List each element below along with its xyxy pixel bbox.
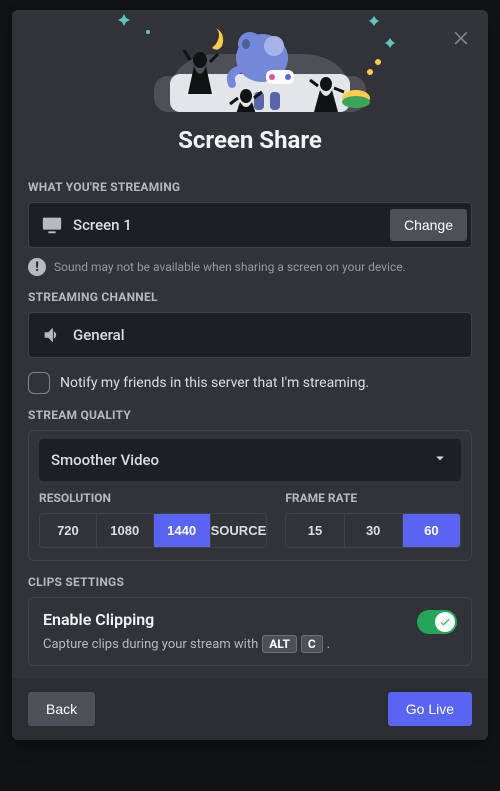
notify-row: Notify my friends in this server that I'… — [28, 372, 472, 394]
close-button[interactable] — [448, 24, 474, 50]
screen-share-modal: Screen Share WHAT YOU'RE STREAMING Scree… — [12, 10, 488, 740]
clips-desc-prefix: Capture clips during your stream with — [43, 637, 258, 652]
resolution-segmented: 720 1080 1440 SOURCE — [39, 513, 267, 548]
quality-preset-label: Smoother Video — [51, 451, 159, 469]
framerate-option-15[interactable]: 15 — [286, 514, 344, 547]
clips-box: Enable Clipping Capture clips during you… — [28, 597, 472, 666]
toggle-knob — [435, 612, 455, 632]
streaming-source-row: Screen 1 Change — [28, 202, 472, 248]
monitor-icon — [41, 214, 63, 236]
change-source-button[interactable]: Change — [390, 209, 467, 241]
resolution-option-720[interactable]: 720 — [40, 514, 97, 547]
clips-title: Enable Clipping — [43, 610, 457, 629]
close-icon — [451, 27, 471, 47]
channel-row[interactable]: General — [28, 312, 472, 358]
notify-checkbox[interactable] — [28, 372, 50, 394]
framerate-column: FRAME RATE 15 30 60 — [285, 491, 461, 548]
resolution-option-source[interactable]: SOURCE — [211, 514, 267, 547]
quality-box: Smoother Video RESOLUTION 720 1080 1440 … — [28, 430, 472, 561]
modal-footer: Back Go Live — [12, 678, 488, 740]
channel-name: General — [73, 326, 125, 344]
framerate-label: FRAME RATE — [285, 491, 461, 505]
framerate-option-60[interactable]: 60 — [403, 514, 460, 547]
resolution-option-1440[interactable]: 1440 — [154, 514, 211, 547]
clips-desc-suffix: . — [327, 637, 330, 652]
hotkey-alt: ALT — [262, 635, 297, 653]
resolution-option-1080[interactable]: 1080 — [97, 514, 154, 547]
framerate-segmented: 15 30 60 — [285, 513, 461, 548]
notify-label: Notify my friends in this server that I'… — [60, 375, 369, 391]
resolution-label: RESOLUTION — [39, 491, 267, 505]
modal-title: Screen Share — [12, 112, 488, 162]
clips-section-label: CLIPS SETTINGS — [28, 575, 472, 589]
streaming-source-name: Screen 1 — [73, 216, 132, 234]
back-button[interactable]: Back — [28, 692, 95, 726]
check-icon — [439, 616, 451, 628]
sound-hint-text: Sound may not be available when sharing … — [54, 260, 406, 274]
streaming-source-label: WHAT YOU'RE STREAMING — [28, 180, 472, 194]
chevron-down-icon — [431, 449, 449, 471]
quality-preset-dropdown[interactable]: Smoother Video — [39, 439, 461, 481]
quality-section-label: STREAM QUALITY — [28, 408, 472, 422]
streaming-source[interactable]: Screen 1 — [29, 203, 390, 247]
modal-content: WHAT YOU'RE STREAMING Screen 1 Change ! … — [12, 162, 488, 678]
hotkey-c: C — [301, 635, 323, 653]
channel-section-label: STREAMING CHANNEL — [28, 290, 472, 304]
hero-illustration — [12, 10, 488, 112]
resolution-column: RESOLUTION 720 1080 1440 SOURCE — [39, 491, 267, 548]
info-icon: ! — [28, 258, 46, 276]
speaker-icon — [41, 324, 63, 346]
clips-description: Capture clips during your stream with AL… — [43, 635, 457, 653]
framerate-option-30[interactable]: 30 — [345, 514, 403, 547]
clips-toggle[interactable] — [417, 610, 457, 634]
go-live-button[interactable]: Go Live — [388, 692, 472, 726]
sound-hint: ! Sound may not be available when sharin… — [28, 258, 472, 276]
